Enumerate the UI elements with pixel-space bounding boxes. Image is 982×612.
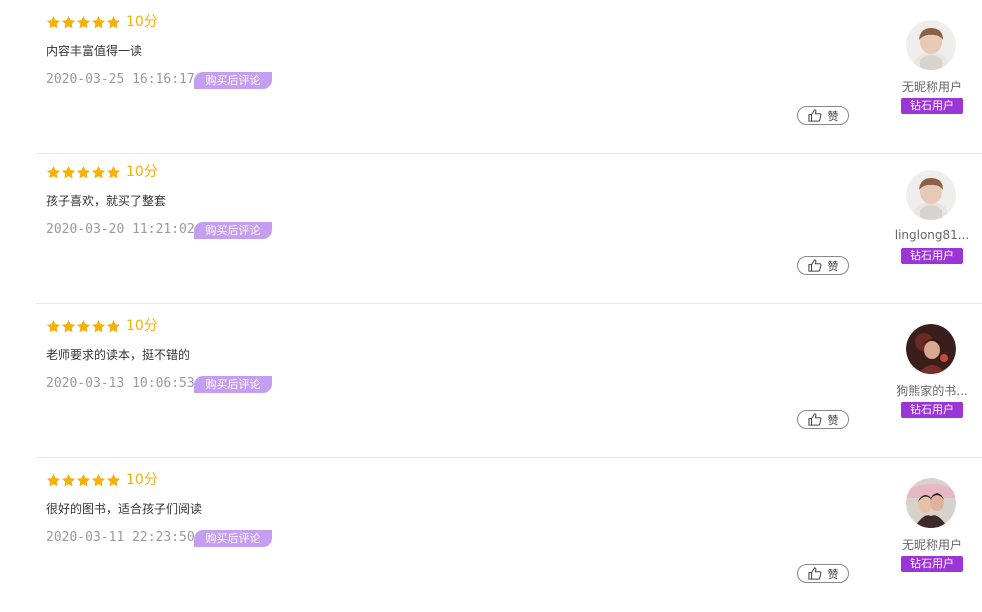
thumbs-up-icon	[807, 567, 821, 580]
review-date: 2020-03-20 11:21:02	[46, 222, 195, 237]
star-icon	[106, 319, 121, 333]
avatar[interactable]	[906, 478, 956, 528]
vip-badge: 钻石用户	[901, 98, 963, 114]
star-icon	[46, 15, 61, 29]
username[interactable]: 无昵称用户	[884, 536, 980, 553]
star-icon	[46, 165, 61, 179]
review-item: 10分 老师要求的读本，挺不错的 2020-03-13 10:06:53 购买后…	[0, 304, 982, 458]
review-date: 2020-03-25 16:16:17	[46, 72, 195, 87]
vip-badge: 钻石用户	[901, 248, 963, 264]
vip-badge: 钻石用户	[901, 556, 963, 572]
review-content: 老师要求的读本，挺不错的	[46, 348, 191, 362]
photo-avatar-icon	[906, 324, 956, 374]
review-score: 10分	[126, 14, 158, 30]
like-button[interactable]: 赞	[797, 256, 849, 275]
avatar[interactable]	[906, 20, 956, 70]
star-icon	[76, 473, 91, 487]
purchase-badge: 购买后评论	[194, 222, 272, 239]
review-item: 10分 内容丰富值得一读 2020-03-25 16:16:17 购买后评论 赞…	[0, 0, 982, 154]
purchase-badge: 购买后评论	[194, 530, 272, 547]
star-icon	[91, 165, 106, 179]
like-label: 赞	[827, 109, 839, 123]
photo-avatar-icon	[906, 478, 956, 528]
star-icon	[61, 319, 76, 333]
review-date: 2020-03-13 10:06:53	[46, 376, 195, 391]
review-score: 10分	[126, 318, 158, 334]
review-score: 10分	[126, 164, 158, 180]
review-content: 内容丰富值得一读	[46, 44, 143, 58]
username[interactable]: 狗熊家的书...	[884, 382, 980, 399]
star-icon	[76, 319, 91, 333]
like-label: 赞	[827, 259, 839, 273]
star-icon	[46, 319, 61, 333]
like-button[interactable]: 赞	[797, 564, 849, 583]
review-item: 10分 很好的图书，适合孩子们阅读 2020-03-11 22:23:50 购买…	[0, 458, 982, 612]
like-button[interactable]: 赞	[797, 106, 849, 125]
star-icon	[91, 15, 106, 29]
default-avatar-icon	[906, 170, 956, 220]
star-icon	[91, 319, 106, 333]
review-content: 很好的图书，适合孩子们阅读	[46, 502, 203, 516]
star-icon	[76, 165, 91, 179]
star-icon	[46, 473, 61, 487]
thumbs-up-icon	[807, 109, 821, 122]
purchase-badge: 购买后评论	[194, 72, 272, 89]
star-icon	[61, 165, 76, 179]
username[interactable]: linglong81...	[884, 228, 980, 242]
review-date: 2020-03-11 22:23:50	[46, 530, 195, 545]
review-score: 10分	[126, 472, 158, 488]
rating-stars: 10分	[46, 472, 158, 489]
avatar[interactable]	[906, 324, 956, 374]
purchase-badge: 购买后评论	[194, 376, 272, 393]
star-icon	[61, 473, 76, 487]
rating-stars: 10分	[46, 14, 158, 31]
rating-stars: 10分	[46, 164, 158, 181]
star-icon	[106, 165, 121, 179]
like-button[interactable]: 赞	[797, 410, 849, 429]
review-content: 孩子喜欢，就买了整套	[46, 194, 167, 208]
review-item: 10分 孩子喜欢，就买了整套 2020-03-20 11:21:02 购买后评论…	[0, 150, 982, 304]
star-icon	[106, 473, 121, 487]
like-label: 赞	[827, 567, 839, 581]
username[interactable]: 无昵称用户	[884, 78, 980, 95]
star-icon	[61, 15, 76, 29]
like-label: 赞	[827, 413, 839, 427]
star-icon	[106, 15, 121, 29]
thumbs-up-icon	[807, 413, 821, 426]
star-icon	[76, 15, 91, 29]
thumbs-up-icon	[807, 259, 821, 272]
star-icon	[91, 473, 106, 487]
rating-stars: 10分	[46, 318, 158, 335]
avatar[interactable]	[906, 170, 956, 220]
vip-badge: 钻石用户	[901, 402, 963, 418]
default-avatar-icon	[906, 20, 956, 70]
